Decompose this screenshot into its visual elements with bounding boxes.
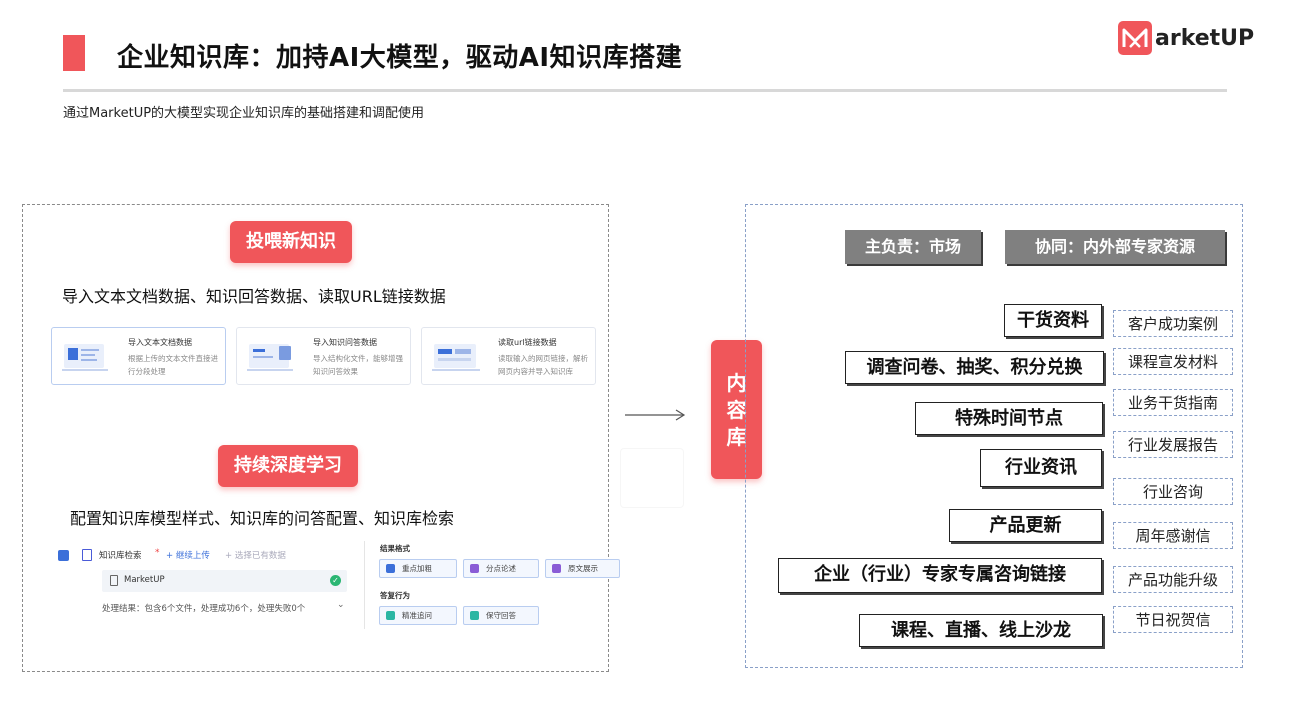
answer-icon <box>470 611 479 620</box>
knowledge-input-panel: 投喂新知识 导入文本文档数据、知识回答数据、读取URL链接数据 导入文本文档数据… <box>22 204 620 672</box>
option-label: 保守回答 <box>486 611 516 620</box>
chevron-down-icon[interactable]: ⌄ <box>337 600 345 610</box>
option-bold-key-points[interactable]: 重点加粗 <box>379 559 457 578</box>
checkbox[interactable] <box>58 550 69 561</box>
text-icon <box>552 564 561 573</box>
content-box-dry-goods: 干货资料 <box>1004 304 1102 337</box>
card-title: 读取url链接数据 <box>498 338 557 347</box>
file-item[interactable]: MarketUP ✓ <box>102 570 347 592</box>
tag-product-upgrade: 产品功能升级 <box>1113 566 1233 593</box>
header-divider <box>63 89 1227 92</box>
watermark <box>620 448 684 508</box>
file-icon <box>110 575 118 586</box>
card-desc: 读取输入的网页链接，解析网页内容并导入知识库 <box>498 354 588 376</box>
file-name: MarketUP <box>124 575 165 585</box>
card-title: 导入文本文档数据 <box>128 338 192 347</box>
import-url-card[interactable]: 读取url链接数据 读取输入的网页链接，解析网页内容并导入知识库 <box>421 327 596 385</box>
check-icon: ✓ <box>330 575 341 586</box>
option-conservative-answer[interactable]: 保守回答 <box>463 606 539 625</box>
deep-learning-desc: 配置知识库模型样式、知识库的问答配置、知识库检索 <box>70 509 455 528</box>
content-box-courses: 课程、直播、线上沙龙 <box>859 614 1103 647</box>
page-subtitle: 通过MarketUP的大模型实现企业知识库的基础搭建和调配使用 <box>63 106 425 121</box>
continue-upload-link[interactable]: + 继续上传 <box>166 549 210 561</box>
kb-search-label: 知识库检索 <box>99 551 142 561</box>
feed-knowledge-badge: 投喂新知识 <box>230 221 352 263</box>
tag-customer-success: 客户成功案例 <box>1113 310 1233 337</box>
page-title: 企业知识库：加持AI大模型，驱动AI知识库搭建 <box>117 43 683 73</box>
import-card-row: 导入文本文档数据 根据上传的文本文件直接进行分段处理 导入知识问答数据 导入结构… <box>49 327 597 385</box>
text-doc-illustration-icon <box>62 344 108 371</box>
kb-config-mock: 知识库检索 * + 继续上传 + 选择已有数据 MarketUP ✓ 处理结果：… <box>49 537 620 629</box>
document-icon <box>82 549 92 561</box>
content-box-product-updates: 产品更新 <box>949 509 1102 542</box>
content-box-industry-news: 行业资讯 <box>980 449 1102 487</box>
tag-business-guide: 业务干货指南 <box>1113 389 1233 416</box>
card-desc: 导入结构化文件，能够增强知识问答效果 <box>313 354 403 376</box>
result-format-heading: 结果格式 <box>380 544 410 553</box>
logo-text: arketUP <box>1155 25 1255 51</box>
select-existing-link[interactable]: + 选择已有数据 <box>225 549 286 561</box>
logo-m-icon <box>1118 21 1152 55</box>
tag-industry-consult: 行业咨询 <box>1113 478 1233 505</box>
process-result: 处理结果：包含6个文件，处理成功6个，处理失败0个 <box>102 604 306 614</box>
feed-knowledge-desc: 导入文本文档数据、知识回答数据、读取URL链接数据 <box>62 287 446 306</box>
arrow-right-icon <box>625 409 686 421</box>
option-original-text[interactable]: 原文展示 <box>545 559 620 578</box>
collab-badge: 协同：内外部专家资源 <box>1005 230 1225 264</box>
option-label: 原文展示 <box>568 564 598 573</box>
tag-course-promo: 课程宣发材料 <box>1113 348 1233 375</box>
tag-holiday-greeting: 节日祝贺信 <box>1113 606 1233 633</box>
option-label: 精准追问 <box>402 611 432 620</box>
card-title: 导入知识问答数据 <box>313 338 377 347</box>
option-points[interactable]: 分点论述 <box>463 559 539 578</box>
tag-industry-report: 行业发展报告 <box>1113 431 1233 458</box>
qa-illustration-icon <box>247 344 293 371</box>
url-illustration-icon <box>432 344 480 371</box>
answer-behavior-heading: 答复行为 <box>380 591 410 600</box>
option-precise-followup[interactable]: 精准追问 <box>379 606 457 625</box>
marketup-logo: arketUP <box>1118 20 1254 56</box>
title-accent-bar <box>63 35 85 71</box>
content-box-expert-links: 企业（行业）专家专属咨询链接 <box>778 558 1102 593</box>
import-text-card[interactable]: 导入文本文档数据 根据上传的文本文件直接进行分段处理 <box>51 327 226 385</box>
required-mark: * <box>155 548 160 558</box>
card-desc: 根据上传的文本文件直接进行分段处理 <box>128 354 218 376</box>
content-box-special-dates: 特殊时间节点 <box>915 402 1103 435</box>
tag-anniversary-letter: 周年感谢信 <box>1113 522 1233 549</box>
owner-badge: 主负责：市场 <box>845 230 981 264</box>
option-label: 重点加粗 <box>402 564 432 573</box>
import-qa-card[interactable]: 导入知识问答数据 导入结构化文件，能够增强知识问答效果 <box>236 327 411 385</box>
content-box-survey: 调查问卷、抽奖、积分兑换 <box>845 351 1104 384</box>
bold-icon <box>386 564 395 573</box>
question-icon <box>386 611 395 620</box>
divider <box>364 541 365 629</box>
deep-learning-badge: 持续深度学习 <box>218 445 358 487</box>
list-icon <box>470 564 479 573</box>
option-label: 分点论述 <box>486 564 516 573</box>
